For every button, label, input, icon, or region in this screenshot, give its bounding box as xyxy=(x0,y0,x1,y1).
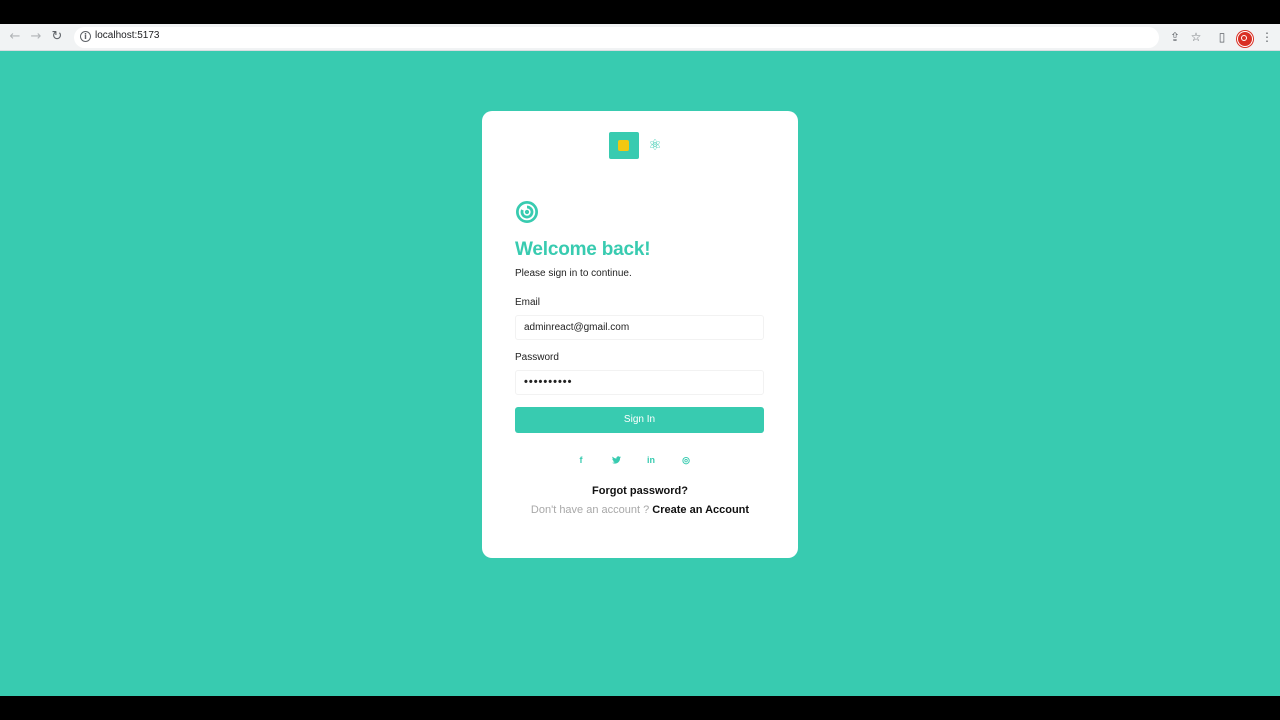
profile-avatar[interactable] xyxy=(1237,31,1253,47)
twitter-icon[interactable] xyxy=(608,452,624,468)
page-subtitle: Please sign in to continue. xyxy=(515,268,632,279)
linkedin-icon[interactable]: in xyxy=(643,452,659,468)
sign-in-button[interactable]: Sign In xyxy=(515,407,764,433)
address-text: localhost:5173 xyxy=(95,30,160,41)
back-icon[interactable]: ← xyxy=(7,29,23,45)
social-links: f in ◎ xyxy=(573,452,703,468)
password-label: Password xyxy=(515,352,559,363)
password-field[interactable]: •••••••••• xyxy=(515,370,764,395)
framework-toggle: ⚛ xyxy=(609,132,669,160)
create-account-line: Don't have an account ? Create an Accoun… xyxy=(482,504,798,516)
top-letterbox xyxy=(0,0,1280,24)
info-icon[interactable]: i xyxy=(80,31,91,42)
menu-kebab-icon[interactable]: ⋮ xyxy=(1259,29,1275,45)
forgot-password-link[interactable]: Forgot password? xyxy=(482,485,798,497)
email-label: Email xyxy=(515,297,541,308)
react-toggle-button[interactable]: ⚛ xyxy=(641,132,669,159)
page-viewport: ⚛ Welcome back! Please sign in to contin… xyxy=(0,51,1280,696)
javascript-toggle-button[interactable] xyxy=(609,132,639,159)
brand-logo-icon xyxy=(516,201,538,223)
email-field[interactable]: adminreact@gmail.com xyxy=(515,315,764,340)
reload-icon[interactable]: ↻ xyxy=(49,29,65,45)
no-account-text: Don't have an account ? xyxy=(530,504,650,516)
forward-icon[interactable]: → xyxy=(28,29,44,45)
bottom-letterbox xyxy=(0,696,1280,720)
facebook-icon[interactable]: f xyxy=(573,452,589,468)
address-bar[interactable]: i localhost:5173 xyxy=(74,27,1159,48)
page-title: Welcome back! xyxy=(515,239,651,260)
browser-toolbar: ← → ↻ i localhost:5173 ⇪ ☆ ▯ ⋮ xyxy=(0,24,1280,51)
instagram-icon[interactable]: ◎ xyxy=(678,452,694,468)
login-card: ⚛ Welcome back! Please sign in to contin… xyxy=(482,111,798,558)
star-icon[interactable]: ☆ xyxy=(1188,29,1204,45)
side-panel-icon[interactable]: ▯ xyxy=(1214,29,1230,45)
share-icon[interactable]: ⇪ xyxy=(1167,29,1183,45)
create-account-link[interactable]: Create an Account xyxy=(652,504,749,516)
